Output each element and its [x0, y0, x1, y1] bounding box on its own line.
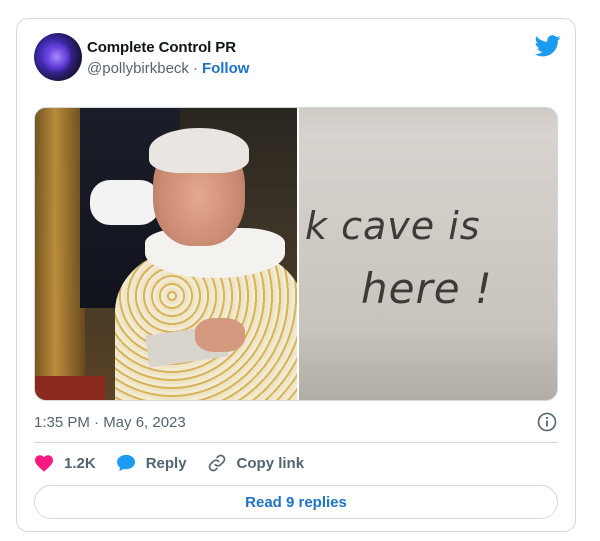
handwritten-text-line1: k cave is — [305, 204, 481, 248]
reply-label: Reply — [145, 454, 187, 472]
reply-button[interactable]: Reply — [116, 454, 187, 472]
speech-bubble-icon — [116, 454, 135, 472]
like-count: 1.2K — [64, 454, 96, 472]
tweet-media[interactable]: k cave is here ! — [34, 107, 558, 401]
handwritten-note-photo[interactable]: k cave is here ! — [297, 108, 557, 400]
heart-icon — [35, 455, 53, 472]
divider — [34, 442, 558, 443]
copy-link-button[interactable]: Copy link — [207, 453, 305, 473]
author-name[interactable]: Complete Control PR — [87, 39, 236, 56]
link-icon — [208, 454, 225, 472]
info-icon[interactable] — [537, 412, 557, 432]
tweet-timestamp[interactable]: 1:35 PM · May 6, 2023 — [34, 414, 186, 431]
coronation-photo[interactable] — [35, 108, 297, 400]
copy-link-label: Copy link — [236, 454, 305, 472]
action-bar: 1.2K Reply Copy link — [34, 452, 324, 474]
handle-line: @pollybirkbeck · Follow — [87, 60, 249, 77]
like-button[interactable]: 1.2K — [34, 454, 96, 472]
avatar[interactable] — [34, 33, 82, 81]
handwritten-text-line2: here ! — [361, 264, 493, 313]
author-handle[interactable]: @pollybirkbeck — [87, 60, 189, 77]
separator-dot: · — [192, 60, 198, 77]
follow-link[interactable]: Follow — [202, 60, 250, 77]
read-replies-button[interactable]: Read 9 replies — [34, 485, 558, 519]
twitter-bird-icon[interactable] — [535, 35, 561, 57]
tweet-card: Complete Control PR @pollybirkbeck · Follo… — [16, 18, 576, 532]
